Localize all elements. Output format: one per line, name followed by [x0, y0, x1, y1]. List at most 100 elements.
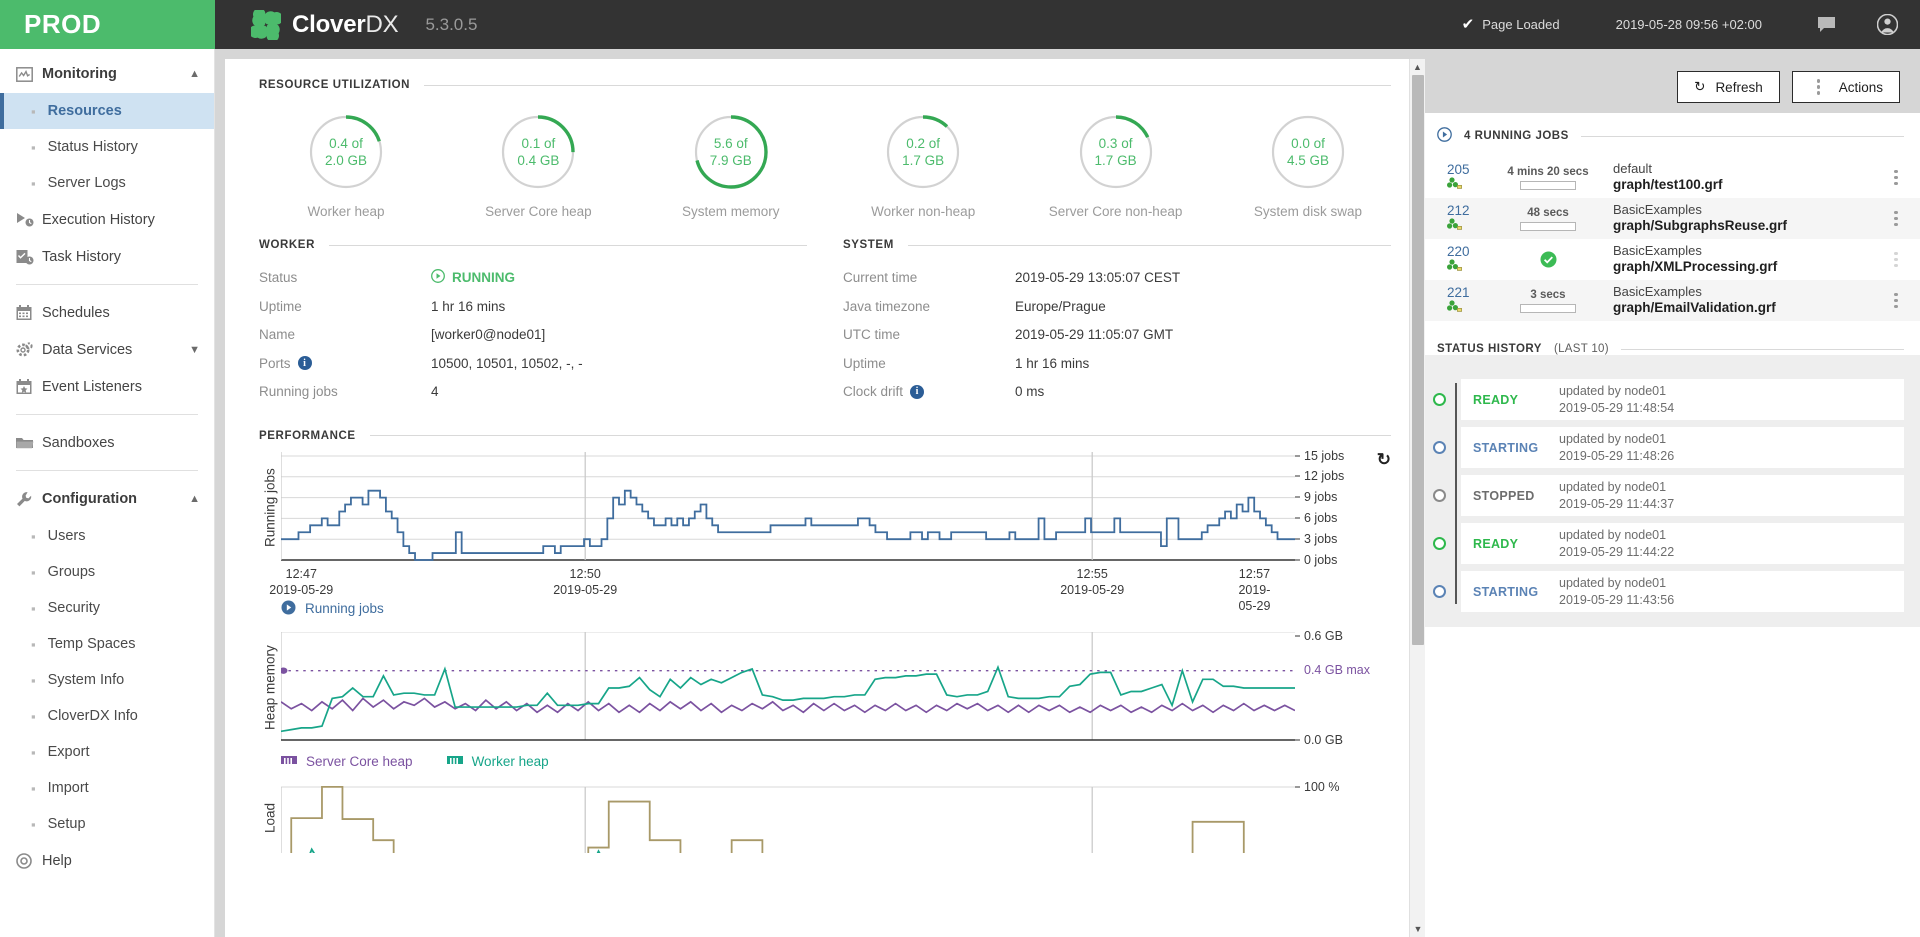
scroll-up-arrow[interactable]: ▲ — [1410, 59, 1425, 75]
gauge-server-core-heap: 0.1 of0.4 GBServer Core heap — [463, 113, 613, 219]
sidebar-item-cloverdx-info[interactable]: ▪CloverDX Info — [0, 698, 214, 734]
bullet-icon: ▪ — [31, 104, 36, 119]
sidebar-item-users[interactable]: ▪Users — [0, 518, 214, 554]
refresh-button[interactable]: ↻ Refresh — [1677, 71, 1780, 103]
sidebar-item-help[interactable]: Help — [0, 842, 214, 879]
legend-worker-heap[interactable]: Worker heap — [447, 754, 549, 769]
sidebar-item-system-info[interactable]: ▪System Info — [0, 662, 214, 698]
bullet-icon: ▪ — [31, 176, 36, 191]
job-graph[interactable]: graph/test100.grf — [1613, 177, 1886, 193]
sidebar-item-task-history-label: Task History — [42, 249, 200, 265]
actions-button[interactable]: Actions — [1792, 71, 1900, 103]
sidebar-item-data-services[interactable]: Data Services ▼ — [0, 331, 214, 368]
info-key: Status — [259, 270, 431, 285]
gauge-label: Server Core heap — [485, 204, 592, 219]
sidebar-item-resources[interactable]: ▪ Resources — [0, 93, 214, 129]
gauge-label: Worker heap — [307, 204, 384, 219]
sidebar-subitem-label: Groups — [48, 564, 96, 580]
running-job-row[interactable]: 220BasicExamplesgraph/XMLProcessing.grf — [1425, 239, 1920, 280]
vertical-scrollbar[interactable]: ▲ ▼ — [1409, 59, 1425, 937]
heap-memory-plot[interactable] — [281, 632, 1295, 744]
actions-button-label: Actions — [1839, 80, 1883, 95]
job-sandbox: default — [1613, 161, 1886, 177]
job-graph[interactable]: graph/EmailValidation.grf — [1613, 300, 1886, 316]
sidebar-item-resources-label: Resources — [48, 103, 122, 119]
job-sandbox: BasicExamples — [1613, 202, 1886, 218]
sidebar-item-server-logs[interactable]: ▪ Server Logs — [0, 165, 214, 201]
calendar-icon — [16, 305, 42, 321]
running-job-row[interactable]: 2213 secsBasicExamplesgraph/EmailValidat… — [1425, 280, 1920, 321]
load-plot[interactable] — [281, 783, 1295, 853]
info-row: Java timezoneEurope/Prague — [843, 296, 1391, 318]
gauge-value: 0.2 of1.7 GB — [884, 113, 962, 191]
job-graph[interactable]: graph/SubgraphsReuse.grf — [1613, 218, 1886, 234]
sidebar-subitem-label: Temp Spaces — [48, 636, 136, 652]
info-icon[interactable]: i — [910, 385, 924, 399]
job-graph[interactable]: graph/XMLProcessing.grf — [1613, 259, 1886, 275]
scroll-down-arrow[interactable]: ▼ — [1410, 921, 1425, 937]
messages-icon[interactable] — [1818, 17, 1835, 32]
running-jobs-x-ticks: 12:472019-05-2912:502019-05-2912:552019-… — [281, 564, 1295, 598]
sidebar-item-sandboxes-label: Sandboxes — [42, 435, 200, 451]
running-jobs-count-label: 4 RUNNING JOBS — [1464, 130, 1569, 142]
worker-title: WORKER — [259, 239, 807, 251]
sidebar-item-export[interactable]: ▪Export — [0, 734, 214, 770]
job-menu-icon[interactable] — [1886, 211, 1906, 227]
folder-icon — [16, 436, 42, 450]
legend-server-core-heap[interactable]: Server Core heap — [281, 754, 413, 769]
job-id[interactable]: 220 — [1447, 244, 1470, 259]
progress-bar — [1520, 181, 1576, 190]
info-row: Portsi10500, 10501, 10502, -, - — [259, 353, 807, 375]
job-menu-icon[interactable] — [1886, 293, 1906, 309]
info-icon[interactable]: i — [298, 356, 312, 370]
resources-scroll-area: RESOURCE UTILIZATION 0.4 of2.0 GBWorker … — [225, 59, 1425, 937]
progress-bar — [1520, 222, 1576, 231]
running-job-row[interactable]: 21248 secsBasicExamplesgraph/SubgraphsRe… — [1425, 198, 1920, 239]
sidebar-item-temp-spaces[interactable]: ▪Temp Spaces — [0, 626, 214, 662]
sidebar-item-event-listeners[interactable]: Event Listeners — [0, 368, 214, 405]
job-menu-icon[interactable] — [1886, 252, 1906, 268]
sidebar-item-help-label: Help — [42, 853, 200, 869]
sidebar-item-task-history[interactable]: Task History — [0, 238, 214, 275]
x-tick-label: 12:472019-05-29 — [269, 566, 333, 598]
sidebar-item-import[interactable]: ▪Import — [0, 770, 214, 806]
sidebar-item-groups[interactable]: ▪Groups — [0, 554, 214, 590]
app-logo[interactable]: CloverDX 5.3.0.5 — [251, 10, 477, 40]
bullet-icon: ▪ — [31, 673, 36, 688]
success-check-icon — [1540, 251, 1557, 271]
sidebar-item-security[interactable]: ▪Security — [0, 590, 214, 626]
status-history-card: STARTINGupdated by node012019-05-29 11:4… — [1461, 571, 1904, 612]
y-tick-label: 12 jobs — [1304, 469, 1344, 483]
chart-refresh-icon[interactable]: ↻ — [1377, 450, 1391, 470]
sidebar-subitem-label: Export — [48, 744, 90, 760]
load-y-ticks: 100 % — [1295, 783, 1391, 853]
sidebar-item-status-history[interactable]: ▪ Status History — [0, 129, 214, 165]
sidebar-item-setup[interactable]: ▪Setup — [0, 806, 214, 842]
play-clock-icon — [16, 212, 42, 227]
info-row: Uptime1 hr 16 mins — [843, 353, 1391, 375]
system-column: SYSTEM Current time2019-05-29 13:05:07 C… — [843, 219, 1391, 410]
sidebar-group-configuration[interactable]: Configuration ▲ — [0, 480, 214, 518]
system-title: SYSTEM — [843, 239, 1391, 251]
job-id[interactable]: 221 — [1447, 285, 1470, 300]
info-row: Clock drifti0 ms — [843, 381, 1391, 403]
server-clock: 2019-05-28 09:56 +02:00 — [1616, 17, 1762, 32]
status-history-timeline: READYupdated by node012019-05-29 11:48:5… — [1425, 373, 1920, 612]
running-job-row[interactable]: 2054 mins 20 secsdefaultgraph/test100.gr… — [1425, 157, 1920, 198]
running-jobs-plot[interactable] — [281, 452, 1295, 564]
sidebar-item-execution-history[interactable]: Execution History — [0, 201, 214, 238]
job-id[interactable]: 205 — [1447, 162, 1470, 177]
sidebar-item-schedules[interactable]: Schedules — [0, 294, 214, 331]
running-jobs-chart: Running jobs 0 jobs3 jobs6 jobs9 jobs12 … — [225, 452, 1425, 618]
scroll-thumb[interactable] — [1412, 75, 1424, 645]
user-account-icon[interactable] — [1877, 14, 1898, 35]
job-id[interactable]: 212 — [1447, 203, 1470, 218]
gauge-ring: 0.2 of1.7 GB — [884, 113, 962, 191]
job-menu-icon[interactable] — [1886, 170, 1906, 186]
right-panels: 4 RUNNING JOBS 2054 mins 20 secsdefaultg… — [1425, 113, 1920, 937]
sidebar-item-event-listeners-label: Event Listeners — [42, 379, 200, 395]
sidebar-group-monitoring[interactable]: Monitoring ▲ — [0, 55, 214, 93]
info-key: Clock drifti — [843, 384, 1015, 399]
legend-running-jobs[interactable]: Running jobs — [281, 600, 384, 618]
sidebar-item-sandboxes[interactable]: Sandboxes — [0, 424, 214, 461]
